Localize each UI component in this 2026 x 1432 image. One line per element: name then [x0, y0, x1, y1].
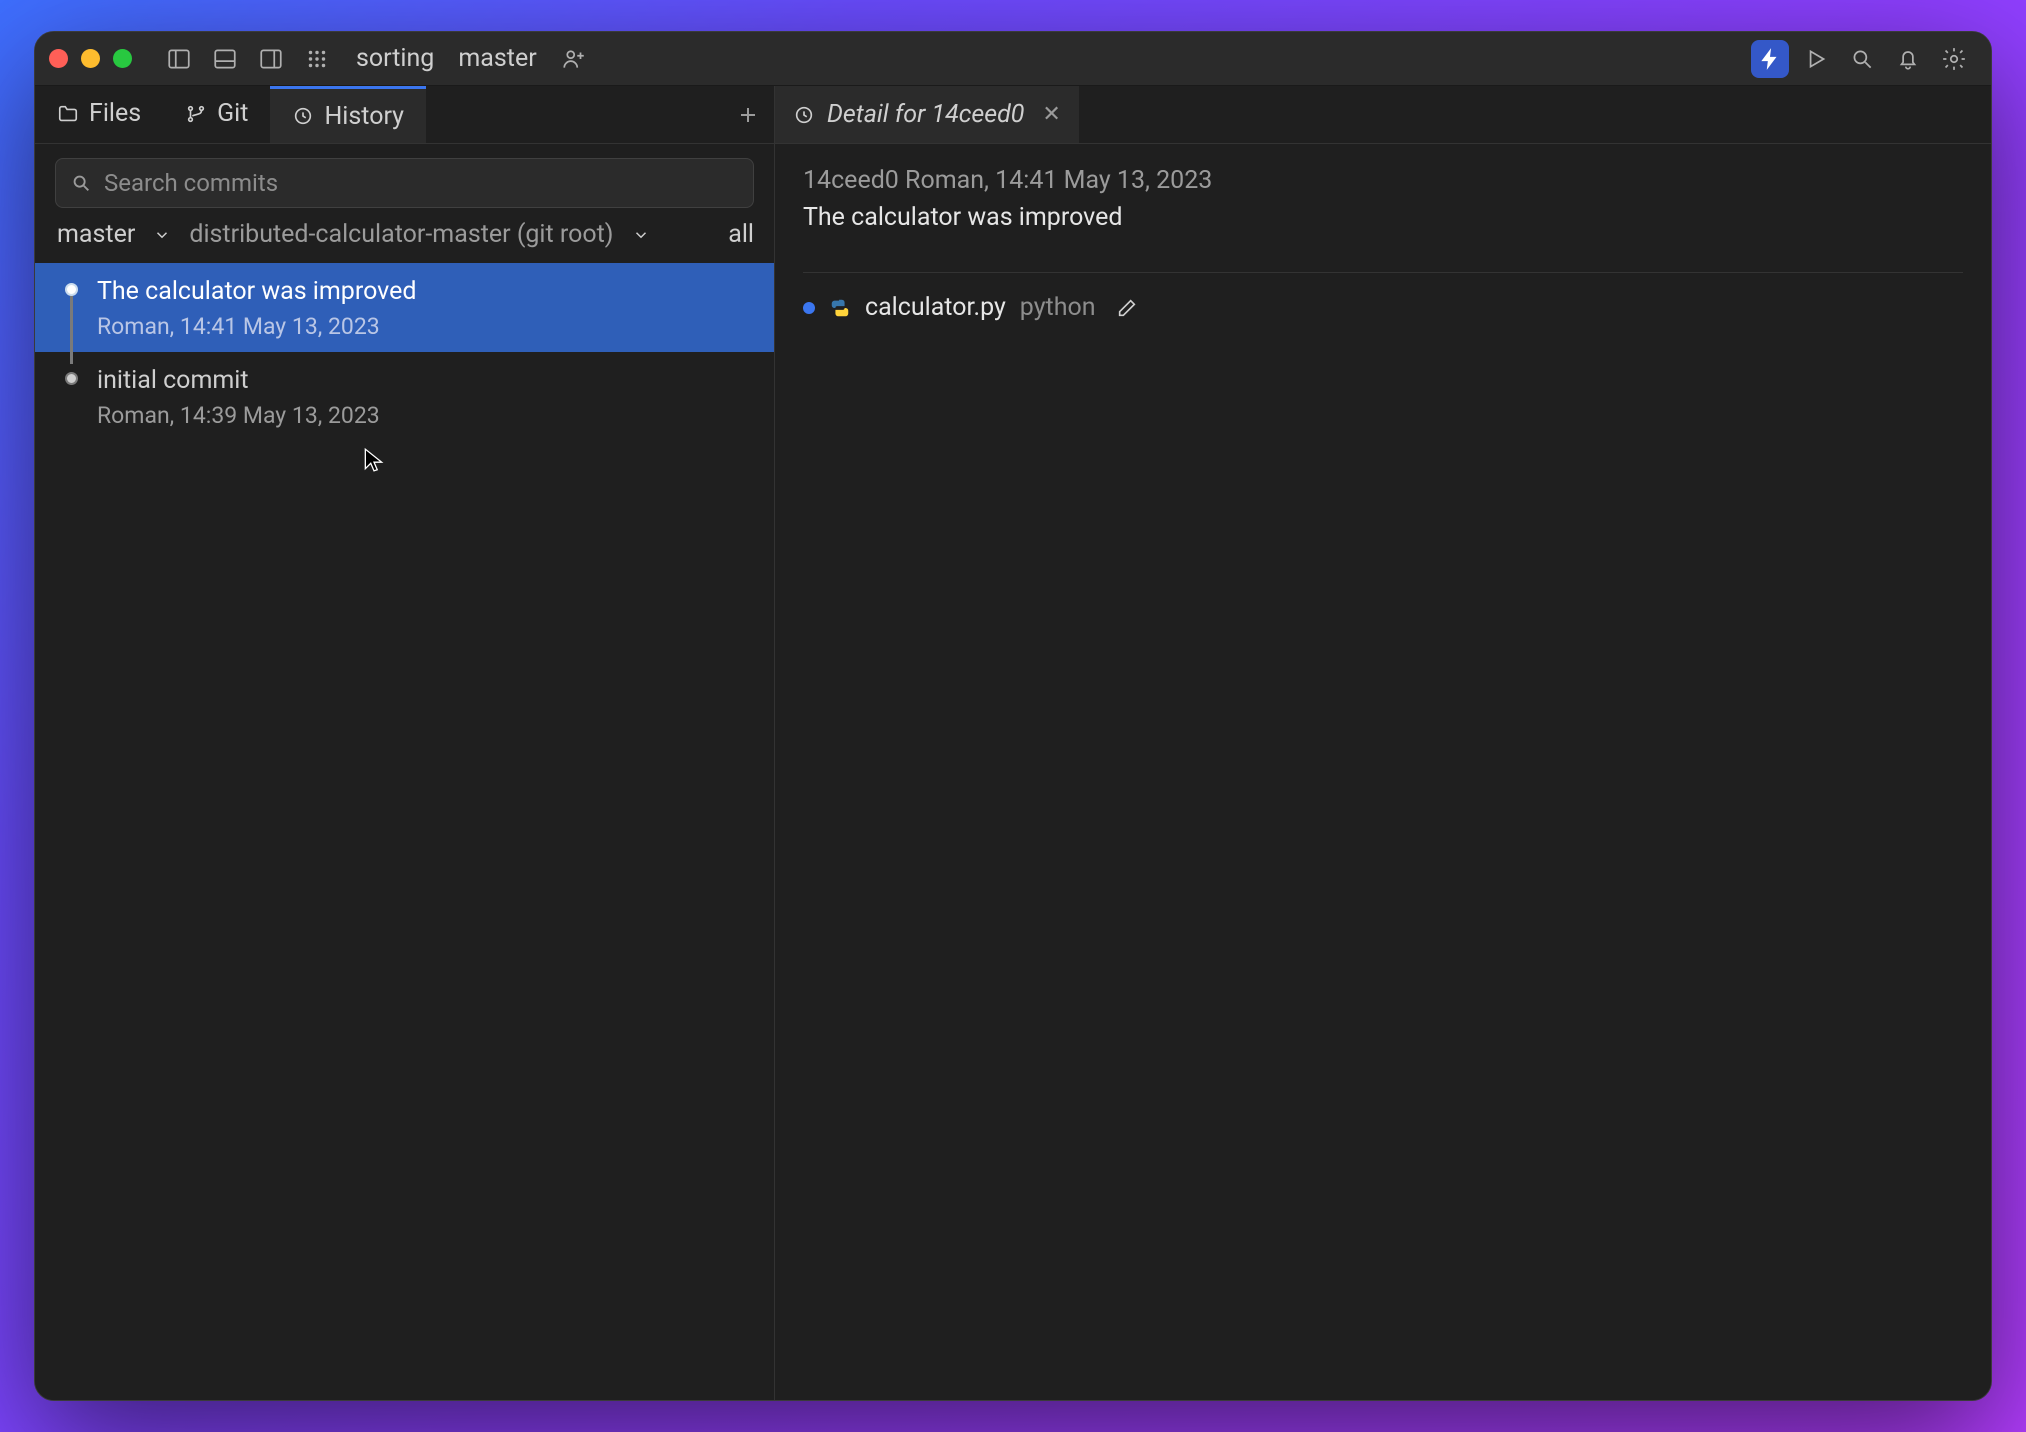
titlebar: sorting master	[35, 32, 1991, 86]
history-filters: master distributed-calculator-master (gi…	[35, 220, 774, 263]
commit-list: The calculator was improved Roman, 14:41…	[35, 263, 774, 441]
python-icon	[829, 297, 851, 319]
cursor-icon	[361, 447, 387, 473]
left-panel: Files Git History	[35, 86, 775, 1400]
close-button[interactable]	[49, 49, 68, 68]
divider	[803, 272, 1963, 273]
file-name: calculator.py	[865, 293, 1006, 322]
graph-dot-icon	[65, 372, 78, 385]
run-button[interactable]	[1797, 40, 1835, 78]
commit-title: The calculator was improved	[803, 203, 1963, 232]
right-panel: Detail for 14ceed0 ✕ 14ceed0 Roman, 14:4…	[775, 86, 1991, 1400]
detail-tab-title: Detail for 14ceed0	[827, 100, 1024, 129]
add-user-icon[interactable]	[555, 40, 593, 78]
panel-left-icon[interactable]	[160, 40, 198, 78]
tab-git-label: Git	[217, 99, 248, 128]
clock-icon	[292, 105, 314, 127]
tab-git[interactable]: Git	[163, 86, 270, 143]
close-tab-icon[interactable]: ✕	[1042, 102, 1060, 127]
commit-detail: 14ceed0 Roman, 14:41 May 13, 2023 The ca…	[775, 144, 1991, 344]
add-tab-button[interactable]	[722, 86, 774, 143]
tab-files[interactable]: Files	[35, 86, 163, 143]
chevron-down-icon	[153, 226, 171, 244]
apps-icon[interactable]	[298, 40, 336, 78]
window-controls	[49, 49, 132, 68]
graph-dot-icon	[65, 283, 78, 296]
change-dot-icon	[803, 302, 815, 314]
search-wrap	[35, 144, 774, 220]
tab-files-label: Files	[89, 99, 141, 128]
panel-right-icon[interactable]	[252, 40, 290, 78]
root-filter[interactable]: distributed-calculator-master (git root)	[189, 220, 613, 249]
branch-icon	[185, 103, 207, 125]
commit-message: initial commit	[97, 364, 754, 398]
clock-icon	[793, 104, 815, 126]
commit-hash-meta: 14ceed0 Roman, 14:41 May 13, 2023	[803, 166, 1963, 195]
commit-item[interactable]: The calculator was improved Roman, 14:41…	[35, 263, 774, 352]
commit-message: The calculator was improved	[97, 275, 754, 309]
plus-icon	[736, 103, 760, 127]
commit-meta: Roman, 14:39 May 13, 2023	[97, 402, 754, 429]
pencil-icon[interactable]	[1116, 297, 1138, 319]
ai-assistant-button[interactable]	[1751, 40, 1789, 78]
search-commits[interactable]	[55, 158, 754, 208]
commit-meta: Roman, 14:41 May 13, 2023	[97, 313, 754, 340]
notifications-icon[interactable]	[1889, 40, 1927, 78]
changed-file-row[interactable]: calculator.py python	[803, 293, 1963, 322]
commit-item[interactable]: initial commit Roman, 14:39 May 13, 2023	[35, 352, 774, 441]
ide-window: sorting master	[34, 31, 1992, 1401]
chevron-down-icon	[632, 226, 650, 244]
left-tabs: Files Git History	[35, 86, 774, 144]
tab-history-label: History	[324, 102, 404, 131]
editor-tabs: Detail for 14ceed0 ✕	[775, 86, 1991, 144]
content: Files Git History	[35, 86, 1991, 1400]
search-input[interactable]	[104, 169, 739, 197]
maximize-button[interactable]	[113, 49, 132, 68]
project-name[interactable]: sorting	[356, 44, 434, 73]
tab-history[interactable]: History	[270, 86, 426, 143]
settings-icon[interactable]	[1935, 40, 1973, 78]
scope-all[interactable]: all	[728, 220, 754, 249]
branch-label: master	[458, 44, 536, 73]
folder-icon	[57, 103, 79, 125]
minimize-button[interactable]	[81, 49, 100, 68]
branch-selector[interactable]: master	[448, 44, 536, 73]
file-dir: python	[1020, 293, 1096, 322]
branch-filter[interactable]: master	[57, 220, 135, 249]
search-icon	[70, 172, 92, 194]
panel-bottom-icon[interactable]	[206, 40, 244, 78]
search-icon[interactable]	[1843, 40, 1881, 78]
detail-tab[interactable]: Detail for 14ceed0 ✕	[775, 86, 1079, 143]
